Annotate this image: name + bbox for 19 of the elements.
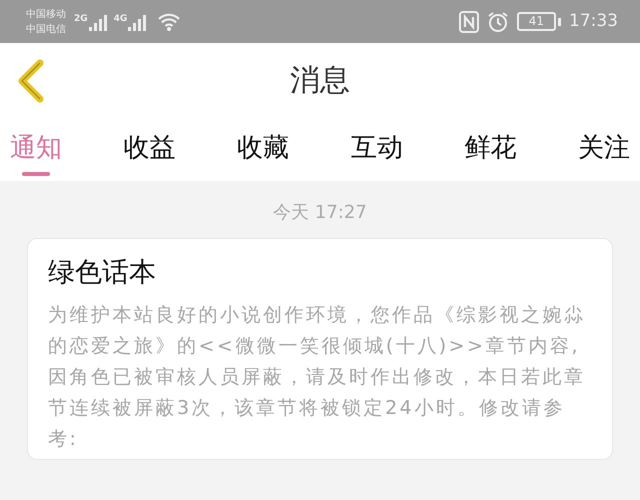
alarm-icon — [486, 10, 509, 32]
message-body: 为维护本站良好的小说创作环境，您作品《综影视之婉尛的恋爱之旅》的<<微微一笑很倾城(十八)>>章节内容,因角色已被审核人员屏蔽，请及时作出修改，本日若此章节连续被屏蔽3次，该章节将被锁定24小时。修改请参考: — [48, 302, 586, 452]
tab[interactable]: 关注 — [578, 118, 630, 180]
battery-level: 41 — [516, 12, 556, 31]
network-type: 4G — [114, 12, 128, 26]
signal-icon — [88, 12, 110, 30]
page-title: 消息 — [290, 62, 350, 100]
wifi-icon — [157, 12, 182, 32]
network-type: 2G — [74, 12, 88, 26]
tab[interactable]: 互动 — [350, 118, 403, 180]
nfc-icon — [458, 10, 479, 32]
tab[interactable]: 收藏 — [237, 118, 290, 180]
tab[interactable]: 鲜花 — [464, 118, 516, 180]
message-time: 今天 17:27 — [272, 201, 368, 225]
tab[interactable]: 收益 — [124, 118, 176, 180]
status-time: 17:33 — [569, 10, 618, 33]
message-title: 绿色话本 — [48, 256, 157, 290]
carrier-name: 中国移动 — [26, 8, 66, 22]
carrier-name: 中国电信 — [26, 22, 66, 36]
